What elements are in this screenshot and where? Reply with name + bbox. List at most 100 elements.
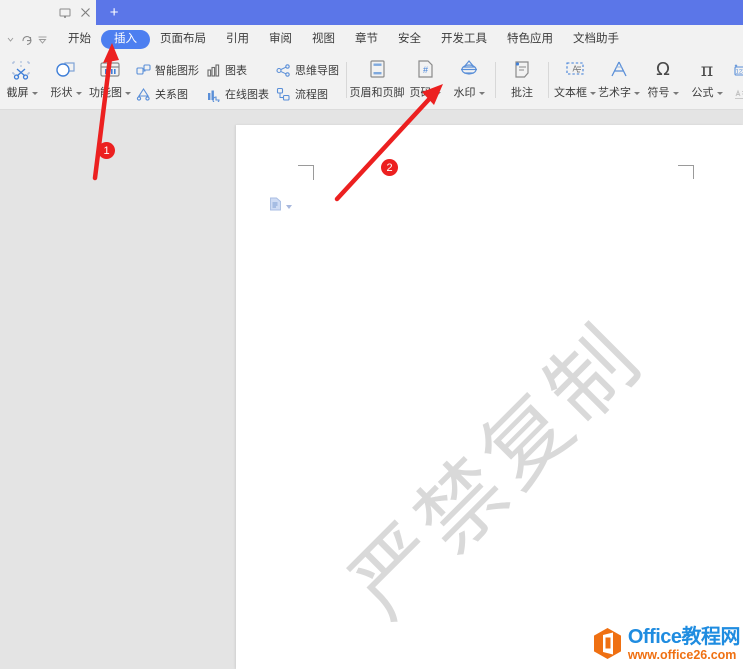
flow-chart-button[interactable]: 流程图	[272, 82, 342, 106]
shapes-icon	[54, 57, 78, 83]
svg-text:#: #	[423, 65, 428, 75]
relation-chart-icon	[135, 86, 152, 103]
formula-button[interactable]: π 公式	[685, 54, 729, 108]
chevron-down-icon	[125, 91, 131, 95]
comment-button[interactable]: 批注	[500, 54, 544, 108]
comment-label: 批注	[511, 87, 533, 99]
watermark-icon	[456, 57, 482, 83]
paragraph-style-button[interactable]	[269, 197, 292, 216]
document-canvas[interactable]: 严禁复制 Office教程网 www.office26.com	[0, 110, 743, 669]
monitor-icon[interactable]	[56, 0, 75, 25]
chart-button[interactable]: 图表	[202, 58, 272, 82]
mind-map-button[interactable]: 思维导图	[272, 58, 342, 82]
annotation-marker-1: 1	[98, 142, 115, 159]
flow-chart-label: 流程图	[295, 89, 328, 101]
function-chart-button[interactable]: 功能图	[88, 54, 132, 108]
logo-url: www.office26.com	[627, 647, 737, 662]
redo-icon[interactable]	[18, 30, 34, 50]
header-footer-label: 页眉和页脚	[349, 87, 405, 99]
tab-页面布局[interactable]: 页面布局	[150, 30, 216, 49]
title-bar: +	[0, 0, 743, 25]
svg-text:π: π	[701, 59, 714, 81]
formula-label: 公式	[692, 84, 723, 100]
header-footer-button[interactable]: 页眉和页脚	[349, 54, 405, 108]
watermark-button[interactable]: 水印	[447, 54, 491, 108]
chevron-down-icon	[590, 91, 596, 95]
mind-map-icon	[275, 62, 292, 79]
symbol-button[interactable]: Ω 符号	[641, 54, 685, 108]
margin-corner-top-right	[678, 165, 694, 179]
function-chart-label: 功能图	[89, 84, 131, 100]
customize-qat-icon[interactable]	[34, 30, 50, 50]
screenshot-scissors-icon	[10, 57, 34, 83]
chevron-down-icon	[286, 204, 292, 209]
word-art-button[interactable]: 艺术字	[597, 54, 641, 108]
site-logo: Office教程网 www.office26.com	[591, 625, 741, 662]
page-number-label: 页码	[410, 84, 441, 100]
annotation-marker-2: 2	[381, 159, 398, 176]
relation-chart-button[interactable]: 关系图	[132, 82, 202, 106]
smart-art-button[interactable]: 智能图形	[132, 58, 202, 82]
wps-writer-window: + 开始 插入 页面布局 引用 审阅 视图 章节 安全 开发工具 特色应用 文档…	[0, 0, 743, 669]
formula-pi-icon: π	[695, 57, 719, 83]
paragraph-style-icon	[269, 197, 282, 216]
tab-插入[interactable]: 插入	[101, 30, 150, 49]
new-tab-button[interactable]: +	[95, 0, 743, 25]
chevron-down-icon	[75, 91, 82, 95]
text-box-button[interactable]: A 文本框	[553, 54, 597, 108]
tab-引用[interactable]: 引用	[216, 30, 259, 49]
ribbon-group-comment: 批注	[500, 54, 544, 109]
ribbon-group-text: A 文本框 艺术字 Ω 符号 π 公式	[553, 54, 729, 109]
page-number-button[interactable]: # 页码	[403, 54, 447, 108]
chevron-down-icon	[478, 91, 485, 95]
diagram-column-2: 图表 在线图表	[202, 54, 272, 108]
symbol-omega-icon: Ω	[651, 57, 675, 83]
shapes-button[interactable]: 形状	[44, 54, 88, 108]
ribbon-separator-3	[548, 62, 549, 98]
comment-icon	[510, 57, 534, 83]
tab-开发工具[interactable]: 开发工具	[431, 30, 497, 49]
watermark-text: 严禁复制	[331, 305, 663, 637]
undo-dropdown-icon[interactable]	[2, 30, 18, 50]
tab-安全[interactable]: 安全	[388, 30, 431, 49]
chevron-down-icon	[434, 91, 441, 95]
word-art-label: 艺术字	[598, 84, 640, 100]
page-watermark: 严禁复制	[291, 300, 691, 637]
relation-chart-label: 关系图	[155, 89, 188, 101]
text-box-label: 文本框	[554, 84, 596, 100]
tab-审阅[interactable]: 审阅	[259, 30, 302, 49]
quick-access-toolbar	[0, 30, 50, 50]
tab-文档助手[interactable]: 文档助手	[563, 30, 629, 49]
chevron-down-icon	[31, 91, 38, 95]
ribbon-group-header-footer: 页眉和页脚 # 页码 水印	[349, 54, 491, 109]
online-chart-button[interactable]: 在线图表	[202, 82, 272, 106]
insert-number-icon: 123	[732, 62, 743, 79]
drop-cap-button[interactable]: 首字下沉	[729, 82, 743, 106]
tab-特色应用[interactable]: 特色应用	[497, 30, 563, 49]
ribbon-group-illustrations: 截屏 形状 功能图	[0, 54, 132, 109]
insert-number-button[interactable]: 123 插入数字	[729, 58, 743, 82]
tab-开始[interactable]: 开始	[58, 30, 101, 49]
chevron-down-icon	[716, 91, 723, 95]
close-icon[interactable]	[75, 0, 96, 25]
drop-cap-icon	[732, 86, 743, 103]
screenshot-label: 截屏	[7, 84, 38, 100]
mind-map-label: 思维导图	[295, 65, 339, 77]
flow-chart-icon	[275, 86, 292, 103]
ribbon-tab-bar: 开始 插入 页面布局 引用 审阅 视图 章节 安全 开发工具 特色应用 文档助手	[0, 25, 743, 54]
document-page[interactable]: 严禁复制	[236, 125, 743, 669]
logo-title: Office教程网	[627, 625, 741, 648]
tab-章节[interactable]: 章节	[345, 30, 388, 49]
page-number-icon: #	[413, 57, 437, 83]
bar-chart-icon	[205, 62, 222, 79]
margin-corner-top-left	[298, 165, 314, 180]
logo-text-block: Office教程网 www.office26.com	[627, 625, 741, 662]
online-chart-label: 在线图表	[225, 89, 269, 101]
online-chart-icon	[205, 86, 222, 103]
screenshot-button[interactable]: 截屏	[0, 54, 44, 108]
diagram-column-1: 智能图形 关系图	[132, 54, 202, 108]
function-chart-icon	[97, 57, 123, 83]
svg-text:123: 123	[735, 69, 743, 75]
diagram-column-3: 思维导图 流程图	[272, 54, 342, 108]
tab-视图[interactable]: 视图	[302, 30, 345, 49]
